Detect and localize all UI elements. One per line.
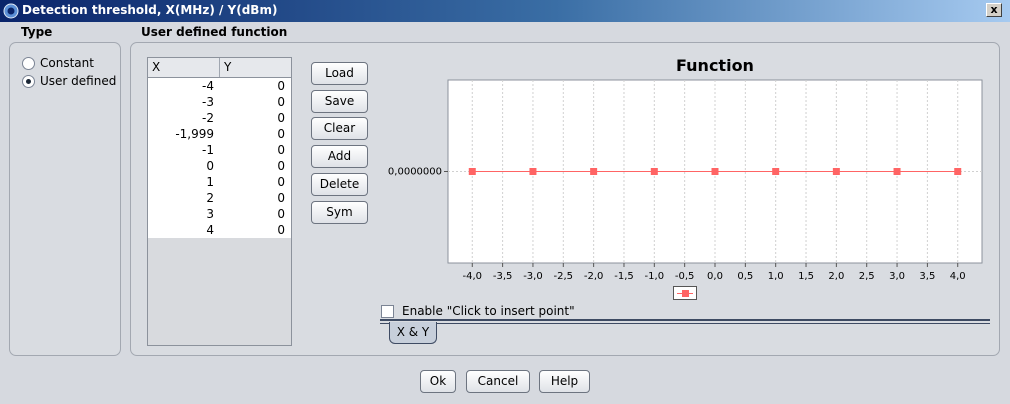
cell-y[interactable]: 0 — [220, 110, 291, 126]
data-point — [590, 168, 598, 175]
window-titlebar: Detection threshold, X(MHz) / Y(dBm) x — [0, 0, 1010, 22]
enable-click-insert-label: Enable "Click to insert point" — [402, 304, 575, 318]
data-point — [832, 168, 840, 175]
tab-x-and-y[interactable]: X & Y — [389, 322, 437, 344]
x-tick-label: -2,0 — [584, 271, 604, 282]
y-tick-label: 0,0000000 — [388, 167, 442, 178]
table-row[interactable]: -1,999 0 — [148, 126, 291, 142]
tab-strip-line — [380, 319, 990, 321]
type-section-label: Type — [21, 25, 53, 39]
x-tick-label: -1,0 — [645, 271, 665, 282]
cell-x[interactable]: -1 — [148, 142, 220, 158]
cancel-button[interactable]: Cancel — [466, 370, 530, 393]
data-point — [772, 168, 780, 175]
cell-x[interactable]: 2 — [148, 190, 220, 206]
function-chart[interactable]: -4,0 -3,5 -3,0 -2,5 -2,0 -1,5 -1,0 -0,5 0,0 0,5 1,… — [380, 78, 990, 288]
help-button[interactable]: Help — [539, 370, 590, 393]
table-row[interactable]: 20 — [148, 190, 291, 206]
column-header-x[interactable]: X — [148, 58, 220, 77]
data-point — [468, 168, 476, 175]
save-button[interactable]: Save — [311, 90, 368, 113]
legend-marker-icon — [682, 290, 689, 297]
cell-x[interactable]: -2 — [148, 110, 220, 126]
function-section-label: User defined function — [141, 25, 288, 39]
x-tick-label: -1,5 — [614, 271, 634, 282]
close-icon[interactable]: x — [986, 3, 1002, 17]
cell-y[interactable]: 0 — [220, 78, 291, 94]
data-point — [893, 168, 901, 175]
x-tick-label: -4,0 — [463, 271, 483, 282]
type-panel — [9, 42, 121, 356]
table-row[interactable]: -2 0 — [148, 110, 291, 126]
cell-y[interactable]: 0 — [220, 174, 291, 190]
delete-button[interactable]: Delete — [311, 173, 368, 196]
cell-x[interactable]: -1,999 — [148, 126, 220, 142]
x-tick-label: 2,5 — [859, 271, 875, 282]
enable-click-insert-checkbox[interactable] — [381, 304, 394, 318]
cell-y[interactable]: 0 — [220, 158, 291, 174]
data-point — [650, 168, 658, 175]
tab-strip-line — [380, 323, 990, 324]
radio-constant[interactable]: Constant — [22, 55, 94, 71]
cell-x[interactable]: 1 — [148, 174, 220, 190]
chart-legend — [673, 286, 697, 300]
cell-x[interactable]: 0 — [148, 158, 220, 174]
radio-user-defined-label: User defined — [40, 74, 117, 88]
x-tick-label: 0,0 — [707, 271, 723, 282]
chart-title: Function — [676, 56, 754, 75]
cell-x[interactable]: -4 — [148, 78, 220, 94]
radio-user-defined[interactable]: User defined — [22, 73, 116, 89]
load-button[interactable]: Load — [311, 62, 368, 85]
cell-y[interactable]: 0 — [220, 142, 291, 158]
sym-button[interactable]: Sym — [311, 201, 368, 224]
table-row[interactable]: 40 — [148, 222, 291, 238]
table-row[interactable]: 10 — [148, 174, 291, 190]
x-tick-label: -0,5 — [675, 271, 695, 282]
radio-constant-button[interactable] — [22, 56, 35, 70]
clear-button[interactable]: Clear — [311, 117, 368, 140]
table-body: -4 0 -3 0 -2 0 -1,999 0 -1 0 00 10 20 30 40 — [148, 78, 291, 238]
x-tick-label: 3,5 — [919, 271, 935, 282]
enable-click-insert[interactable]: Enable "Click to insert point" — [381, 303, 575, 319]
cell-x[interactable]: 3 — [148, 206, 220, 222]
radio-constant-label: Constant — [40, 56, 94, 70]
cell-y[interactable]: 0 — [220, 190, 291, 206]
x-tick-label: 1,5 — [798, 271, 814, 282]
cell-x[interactable]: 4 — [148, 222, 220, 238]
app-icon — [3, 3, 19, 19]
cell-y[interactable]: 0 — [220, 222, 291, 238]
x-tick-label: -3,5 — [493, 271, 513, 282]
table-row[interactable]: -1 0 — [148, 142, 291, 158]
cell-y[interactable]: 0 — [220, 126, 291, 142]
table-header: X Y — [148, 58, 291, 78]
table-row[interactable]: 30 — [148, 206, 291, 222]
data-point — [529, 168, 537, 175]
cell-y[interactable]: 0 — [220, 94, 291, 110]
window-title: Detection threshold, X(MHz) / Y(dBm) — [22, 3, 278, 17]
x-tick-label: 1,0 — [768, 271, 784, 282]
x-tick-label: 4,0 — [950, 271, 966, 282]
ok-button[interactable]: Ok — [420, 370, 456, 393]
table-row[interactable]: -4 0 — [148, 78, 291, 94]
table-row[interactable]: 00 — [148, 158, 291, 174]
table-row[interactable]: -3 0 — [148, 94, 291, 110]
x-tick-label: -3,0 — [523, 271, 543, 282]
data-point — [954, 168, 962, 175]
x-tick-label: 0,5 — [737, 271, 753, 282]
cell-y[interactable]: 0 — [220, 206, 291, 222]
xy-table[interactable]: X Y -4 0 -3 0 -2 0 -1,999 0 -1 0 00 10 20 30 … — [147, 57, 292, 346]
x-tick-label: 2,0 — [828, 271, 844, 282]
radio-user-defined-button[interactable] — [22, 74, 35, 88]
x-tick-label: 3,0 — [889, 271, 905, 282]
cell-x[interactable]: -3 — [148, 94, 220, 110]
data-point — [711, 168, 719, 175]
x-tick-label: -2,5 — [554, 271, 574, 282]
add-button[interactable]: Add — [311, 145, 368, 168]
column-header-y[interactable]: Y — [220, 58, 231, 77]
